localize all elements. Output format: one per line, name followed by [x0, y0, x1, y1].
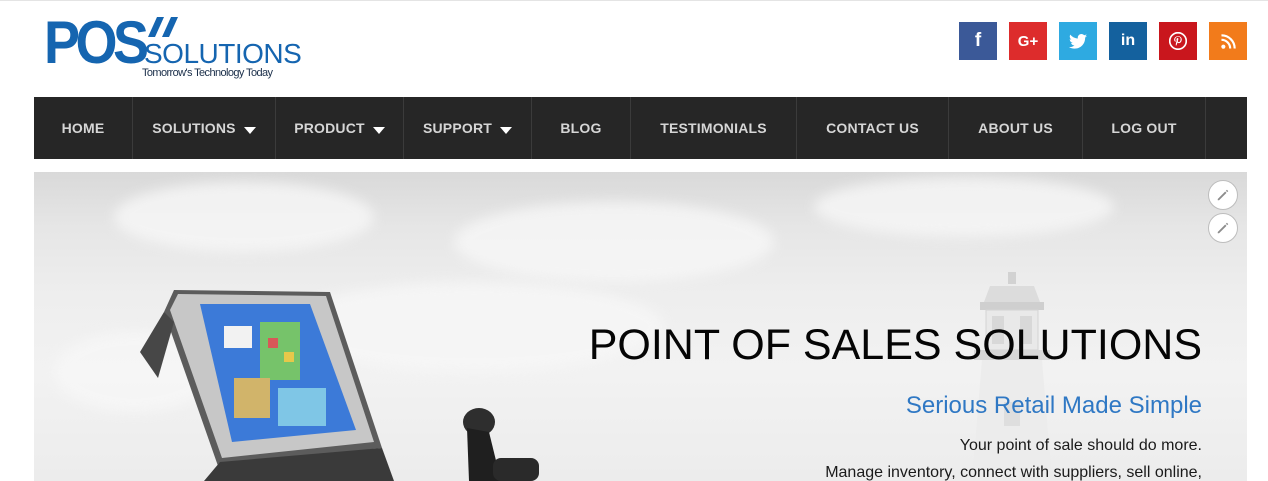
- cloud-shape: [454, 202, 774, 282]
- hero-text-line: Your point of sale should do more.: [959, 437, 1202, 454]
- barcode-scanner-image: [463, 408, 539, 481]
- rss-icon: [1220, 33, 1236, 49]
- edit-slide-button[interactable]: [1208, 180, 1238, 210]
- chevron-down-icon: [243, 126, 256, 134]
- chevron-down-icon: [372, 126, 385, 134]
- facebook-icon: f: [974, 30, 982, 51]
- pencil-icon: [1217, 189, 1229, 201]
- nav-item-label: SUPPORT: [422, 120, 493, 136]
- nav-item-label: PRODUCT: [294, 120, 365, 136]
- facebook-button[interactable]: f: [959, 22, 997, 60]
- nav-item-label: HOME: [61, 120, 105, 136]
- logo-solutions-text: SOLUTIONS: [144, 38, 302, 69]
- logo-tagline: Tomorrow's Technology Today: [142, 67, 273, 79]
- rss-button[interactable]: [1209, 22, 1247, 60]
- linkedin-button[interactable]: in: [1109, 22, 1147, 60]
- nav-item-blog[interactable]: BLOG: [532, 97, 631, 159]
- logo-slashes-icon: [148, 17, 178, 37]
- nav-item-solutions[interactable]: SOLUTIONS: [133, 97, 276, 159]
- cloud-shape: [814, 177, 1114, 237]
- google-plus-button[interactable]: G+: [1009, 22, 1047, 60]
- main-nav: HOME SOLUTIONS PRODUCT SUPPORT BLOG TEST…: [34, 97, 1247, 159]
- site-logo[interactable]: POS SOLUTIONS Tomorrow's Technology Toda…: [44, 11, 302, 83]
- nav-item-log-out[interactable]: LOG OUT: [1083, 97, 1206, 159]
- nav-item-home[interactable]: HOME: [34, 97, 133, 159]
- nav-item-product[interactable]: PRODUCT: [276, 97, 404, 159]
- pencil-icon: [1217, 222, 1229, 234]
- chevron-down-icon: [500, 126, 513, 134]
- site-header: POS SOLUTIONS Tomorrow's Technology Toda…: [0, 0, 1268, 97]
- nav-item-label: CONTACT US: [826, 120, 919, 136]
- pinterest-button[interactable]: [1159, 22, 1197, 60]
- nav-item-label: TESTIMONIALS: [660, 120, 767, 136]
- nav-item-label: BLOG: [560, 120, 602, 136]
- hero-title: POINT OF SALES SOLUTIONS: [588, 321, 1202, 369]
- nav-item-support[interactable]: SUPPORT: [404, 97, 532, 159]
- logo-pos-text: POS: [44, 9, 149, 76]
- linkedin-icon: in: [1120, 32, 1136, 49]
- twitter-button[interactable]: [1059, 22, 1097, 60]
- nav-item-label: ABOUT US: [978, 120, 1053, 136]
- hero-subtitle: Serious Retail Made Simple: [905, 392, 1202, 419]
- twitter-icon: [1069, 33, 1087, 49]
- hero-text-line: Manage inventory, connect with suppliers…: [825, 464, 1202, 481]
- edit-layer-button[interactable]: [1208, 213, 1238, 243]
- nav-item-testimonials[interactable]: TESTIMONIALS: [631, 97, 797, 159]
- hero-banner: POINT OF SALES SOLUTIONS Serious Retail …: [34, 172, 1247, 481]
- cloud-shape: [114, 182, 374, 252]
- google-plus-icon: G+: [1017, 32, 1039, 50]
- nav-item-label: LOG OUT: [1111, 120, 1177, 136]
- nav-item-about-us[interactable]: ABOUT US: [949, 97, 1083, 159]
- pos-terminal-image: [140, 290, 394, 481]
- pinterest-icon: [1169, 32, 1187, 50]
- nav-item-label: SOLUTIONS: [152, 120, 236, 136]
- nav-item-contact-us[interactable]: CONTACT US: [797, 97, 949, 159]
